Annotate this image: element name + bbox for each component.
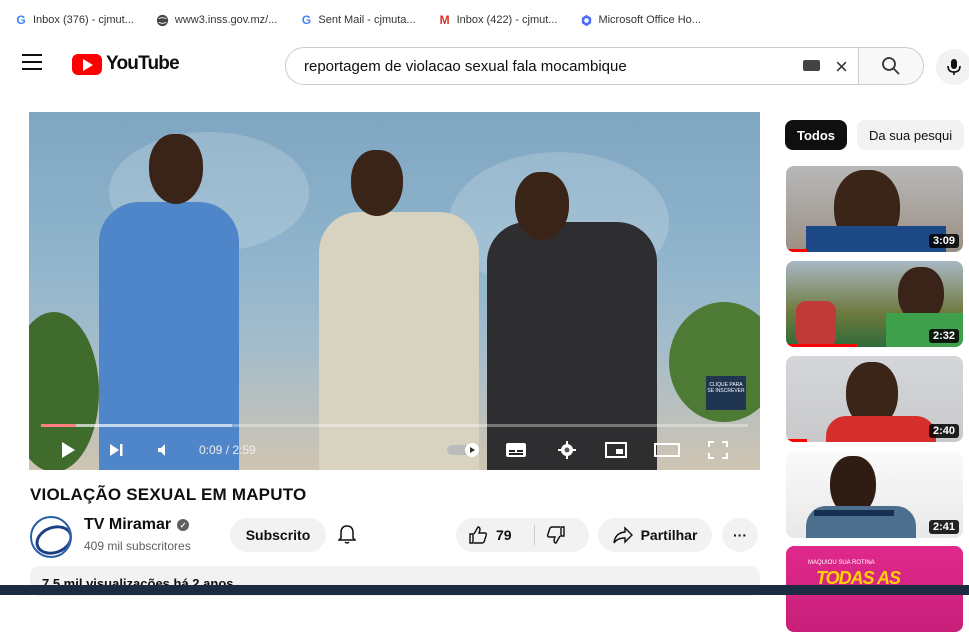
video-duration: 2:40 [928,424,959,438]
keyboard-icon[interactable] [803,60,820,71]
search-query: reportagem de violacao sexual fala mocam… [304,57,627,75]
related-video-thumbnail[interactable]: 2:40 [786,356,963,442]
subscriber-count: 409 mil subscritores [84,539,191,553]
video-player[interactable]: CLIQUE PARA SE INSCREVER 0:09 / 2:59 [29,112,760,470]
theater-icon [654,443,680,457]
chip-from-search[interactable]: Da sua pesqui [857,120,965,150]
google-icon: G [301,13,312,27]
os-taskbar [0,585,969,595]
related-video-thumbnail[interactable]: 2:32 [786,261,963,347]
bookmark-label: Microsoft Office Ho... [598,14,701,26]
bookmark-inbox-422[interactable]: M Inbox (422) - cjmut... [438,13,558,27]
watch-progress-bar [786,439,808,442]
thumbs-up-icon [469,526,488,544]
masthead: YouTube reportagem de violacao sexual fa… [0,40,969,92]
bell-icon [337,525,357,544]
clear-icon[interactable]: × [835,54,848,80]
next-button[interactable] [105,430,127,470]
subtitles-icon [506,443,526,457]
volume-icon [158,444,165,456]
play-button[interactable] [57,430,79,470]
bookmark-inbox-376[interactable]: G Inbox (376) - cjmut... [14,13,134,27]
progress-bar[interactable] [41,424,748,427]
microphone-icon [947,59,961,75]
miniplayer-button[interactable] [603,430,629,470]
miniplayer-icon [605,442,627,458]
settings-button[interactable] [555,430,579,470]
like-divider [534,525,535,545]
logo-text: YouTube [106,53,180,74]
google-icon: G [16,13,26,27]
dislike-button[interactable] [546,518,566,552]
subtitles-button[interactable] [503,430,529,470]
bookmark-label: Inbox (422) - cjmut... [456,14,558,26]
autoplay-toggle[interactable] [445,430,485,470]
channel-avatar[interactable] [30,516,72,558]
buffered-bar [41,424,232,427]
gmail-icon: M [439,13,450,27]
like-count: 79 [496,527,512,543]
watch-progress-bar [786,344,857,347]
notification-bell-button[interactable] [337,524,357,549]
video-duration: 2:32 [928,329,959,343]
related-video-thumbnail[interactable]: 2:41 [786,452,963,538]
voice-search-button[interactable] [936,49,969,85]
share-label: Partilhar [640,527,698,543]
video-duration: 3:09 [928,234,959,248]
thumbnail-caption: MAQUIOU SUA ROTINA [808,560,875,566]
related-chips: Todos Da sua pesqui [785,120,965,150]
share-button[interactable]: Partilhar [598,518,712,552]
next-icon [110,444,123,456]
more-icon: ··· [733,527,747,543]
subscribe-watermark[interactable]: CLIQUE PARA SE INSCREVER [706,376,746,410]
related-video-thumbnail[interactable]: 3:09 [786,166,963,252]
office-icon [579,13,593,27]
verified-icon: ✓ [177,519,190,531]
play-icon [62,442,75,458]
bookmark-office[interactable]: Microsoft Office Ho... [579,13,701,27]
like-dislike-group: 79 [456,518,589,552]
youtube-play-icon [72,53,102,75]
channel-name: TV Miramar [84,516,172,533]
bookmark-label: Sent Mail - cjmuta... [318,14,416,26]
youtube-logo[interactable]: YouTube [72,53,180,75]
video-duration: 2:41 [928,520,959,534]
chip-all[interactable]: Todos [785,120,848,150]
theater-mode-button[interactable] [653,430,681,470]
bookmark-label: Inbox (376) - cjmut... [33,14,134,26]
autoplay-icon [447,443,479,457]
video-title: VIOLAÇÃO SEXUAL EM MAPUTO [30,485,307,504]
share-icon [612,526,633,544]
volume-button[interactable] [153,430,175,470]
bookmark-inss[interactable]: www3.inss.gov.mz/... [156,13,278,27]
gear-icon [558,441,576,459]
fullscreen-button[interactable] [705,430,731,470]
watch-progress-bar [786,249,808,252]
subscribed-button[interactable]: Subscrito [230,518,326,552]
like-button[interactable]: 79 [468,518,512,552]
search-input[interactable]: reportagem de violacao sexual fala mocam… [285,47,859,85]
bookmark-label: www3.inss.gov.mz/... [174,14,278,26]
channel-name-link[interactable]: TV Miramar ✓ [84,516,190,534]
fullscreen-icon [708,441,728,459]
menu-icon[interactable] [22,54,42,74]
thumbs-down-icon [546,526,565,544]
time-display: 0:09 / 2:59 [199,443,256,457]
player-controls: 0:09 / 2:59 [29,430,760,470]
more-actions-button[interactable]: ··· [722,518,758,552]
bookmarks-bar: G Inbox (376) - cjmut... www3.inss.gov.m… [0,0,969,40]
search-icon [882,57,900,75]
bookmark-sent-mail[interactable]: G Sent Mail - cjmuta... [299,13,416,27]
search-button[interactable] [858,47,924,85]
globe-icon [156,13,170,27]
